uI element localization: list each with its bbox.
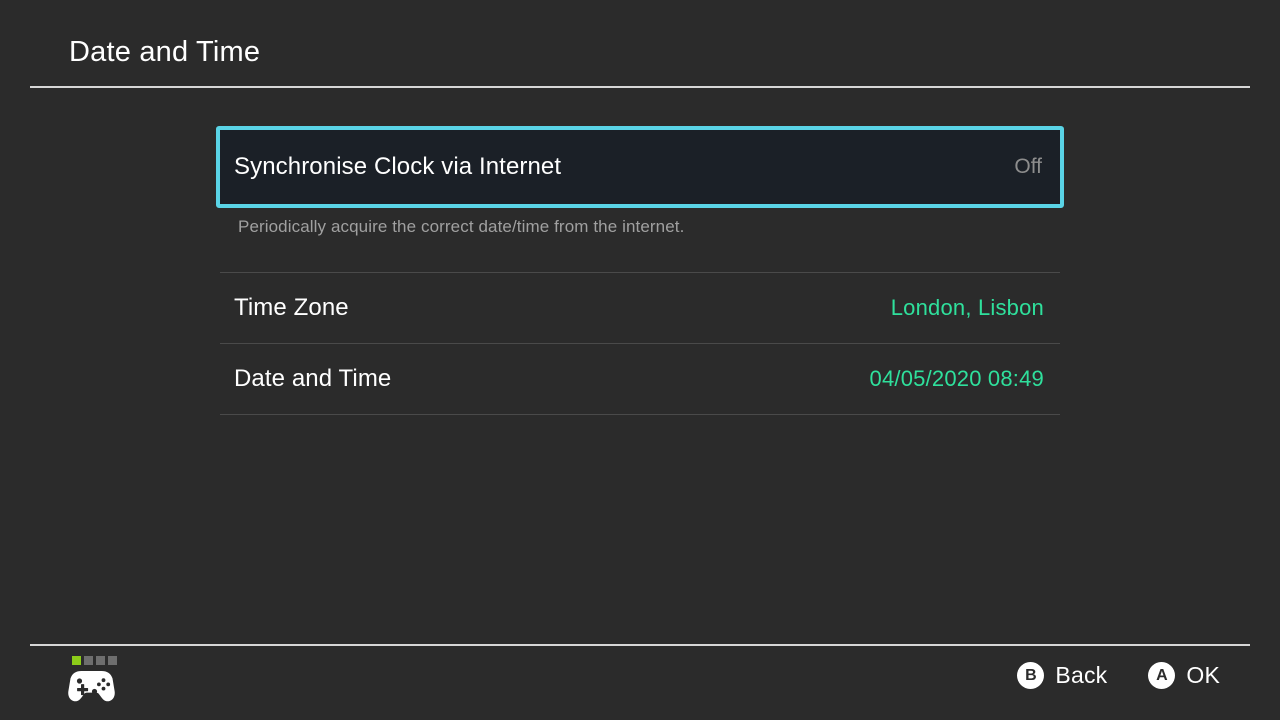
button-a-icon: A	[1148, 662, 1176, 689]
gamepad-icon	[68, 669, 128, 703]
player-led-2	[84, 656, 93, 665]
button-hints: B Back A OK	[1017, 662, 1220, 689]
settings-content: Synchronise Clock via Internet Off Perio…	[0, 87, 1280, 644]
page-header: Date and Time	[0, 0, 1280, 88]
setting-description: Periodically acquire the correct date/ti…	[238, 217, 685, 236]
page-footer: B Back A OK	[0, 644, 1280, 720]
player-led-1	[72, 656, 81, 665]
setting-label: Synchronise Clock via Internet	[234, 153, 562, 180]
page-title: Date and Time	[69, 36, 261, 68]
player-led-3	[96, 656, 105, 665]
row-divider-bottom	[220, 414, 1060, 415]
setting-row-synchronise-clock[interactable]: Synchronise Clock via Internet Off	[216, 126, 1064, 208]
hint-back[interactable]: B Back	[1017, 662, 1107, 689]
settings-list: Synchronise Clock via Internet Off Perio…	[216, 87, 1064, 415]
setting-value: Off	[1014, 155, 1042, 178]
setting-row-date-and-time[interactable]: Date and Time 04/05/2020 08:49	[220, 344, 1060, 414]
hint-label-back: Back	[1055, 662, 1108, 688]
setting-row-time-zone[interactable]: Time Zone London, Lisbon	[220, 273, 1060, 343]
footer-divider	[30, 644, 1250, 646]
player-indicator-leds	[72, 656, 128, 665]
hint-label-ok: OK	[1186, 662, 1220, 688]
button-b-icon: B	[1017, 662, 1045, 689]
setting-value: London, Lisbon	[890, 295, 1044, 320]
controller-status[interactable]	[68, 656, 128, 712]
setting-label: Time Zone	[234, 294, 349, 321]
hint-ok[interactable]: A OK	[1148, 662, 1220, 689]
setting-label: Date and Time	[234, 365, 392, 392]
setting-value: 04/05/2020 08:49	[869, 366, 1044, 391]
player-led-4	[108, 656, 117, 665]
